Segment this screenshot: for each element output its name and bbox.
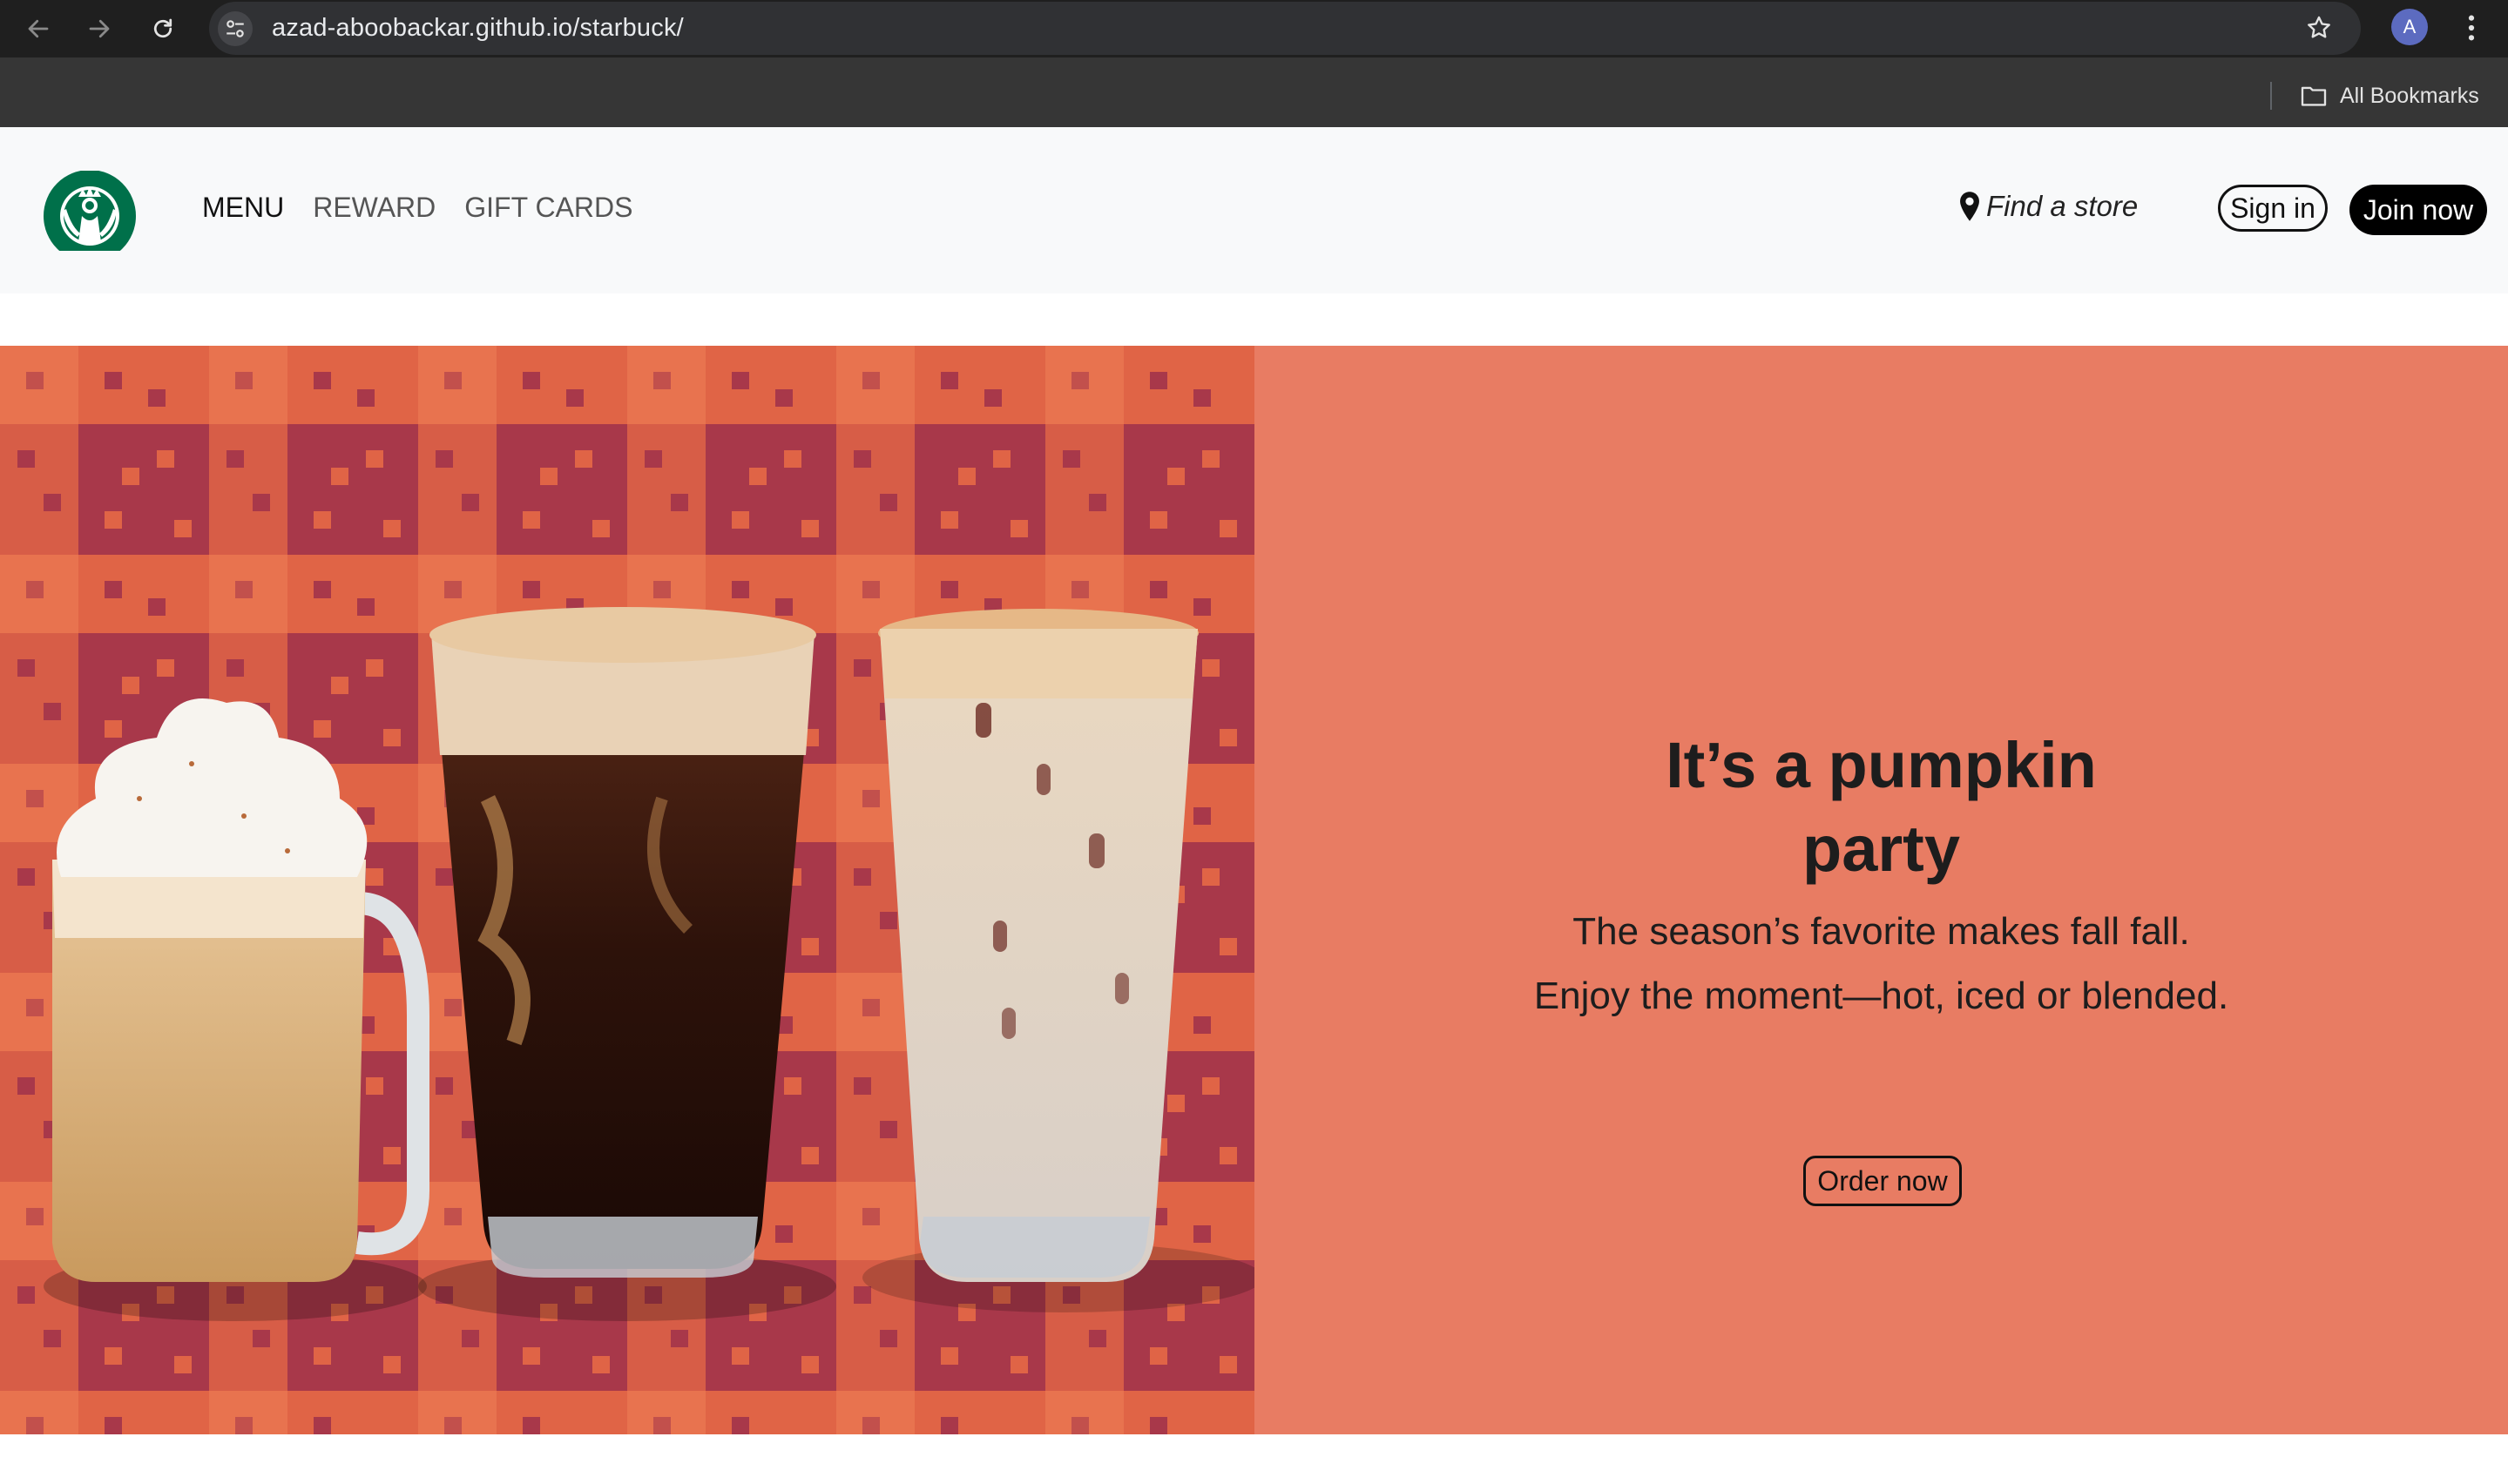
hero-title: It’s a pumpkin party bbox=[1254, 724, 2508, 891]
nav-reward[interactable]: REWARD bbox=[313, 192, 436, 224]
sign-in-button[interactable]: Sign in bbox=[2218, 185, 2328, 232]
pumpkin-drinks-illustration bbox=[0, 346, 1254, 1434]
all-bookmarks-label: All Bookmarks bbox=[2340, 83, 2479, 108]
hero-subtitle-line-1: The season’s favorite makes fall fall. bbox=[1572, 910, 2190, 953]
starbucks-logo[interactable] bbox=[44, 171, 136, 251]
star-outline-icon bbox=[2308, 16, 2330, 38]
site-info-button[interactable] bbox=[218, 10, 253, 46]
url-text[interactable]: azad-aboobackar.github.io/starbuck/ bbox=[272, 14, 684, 43]
bookmark-button[interactable] bbox=[2302, 10, 2336, 45]
hero-drinks-image bbox=[0, 346, 1254, 1434]
address-bar[interactable]: azad-aboobackar.github.io/starbuck/ bbox=[209, 2, 2361, 55]
browser-menu-button[interactable] bbox=[2461, 9, 2482, 47]
arrow-right-icon bbox=[89, 19, 110, 38]
order-now-button[interactable]: Order now bbox=[1803, 1156, 1962, 1206]
main-nav: MENU REWARD GIFT CARDS bbox=[202, 192, 632, 224]
nav-gift-cards[interactable]: GIFT CARDS bbox=[464, 192, 632, 224]
folder-icon bbox=[2301, 86, 2327, 106]
reload-button[interactable] bbox=[145, 10, 181, 47]
tune-icon bbox=[226, 19, 244, 37]
find-store-label: Find a store bbox=[1986, 190, 2139, 222]
siren-logo bbox=[44, 171, 136, 251]
hero-subtitle-line-2: Enjoy the moment—hot, iced or blended. bbox=[1533, 975, 2229, 1017]
vertical-dots-icon bbox=[2468, 15, 2475, 41]
map-pin-icon bbox=[1960, 192, 1979, 221]
find-store-link[interactable]: Find a store bbox=[1958, 190, 2138, 223]
all-bookmarks-button[interactable]: All Bookmarks bbox=[2300, 80, 2479, 111]
back-button[interactable] bbox=[20, 10, 57, 47]
nav-menu[interactable]: MENU bbox=[202, 192, 284, 224]
forward-button[interactable] bbox=[81, 10, 118, 47]
reload-icon bbox=[153, 18, 172, 38]
hero-subtitle: The season’s favorite makes fall fall. E… bbox=[1254, 900, 2508, 1029]
browser-toolbar: azad-aboobackar.github.io/starbuck/ A bbox=[0, 0, 2508, 57]
join-now-button[interactable]: Join now bbox=[2349, 185, 2487, 235]
hero-section: It’s a pumpkin party The season’s favori… bbox=[0, 346, 2508, 1434]
hero-title-text: It’s a pumpkin party bbox=[1666, 729, 2097, 885]
profile-avatar[interactable]: A bbox=[2391, 9, 2428, 45]
arrow-left-icon bbox=[28, 19, 49, 38]
site-header: MENU REWARD GIFT CARDS Find a store Sign… bbox=[0, 127, 2508, 293]
bookmarks-divider bbox=[2270, 82, 2272, 110]
hero-text-panel: It’s a pumpkin party The season’s favori… bbox=[1254, 346, 2508, 1434]
bookmarks-bar bbox=[0, 57, 2508, 127]
